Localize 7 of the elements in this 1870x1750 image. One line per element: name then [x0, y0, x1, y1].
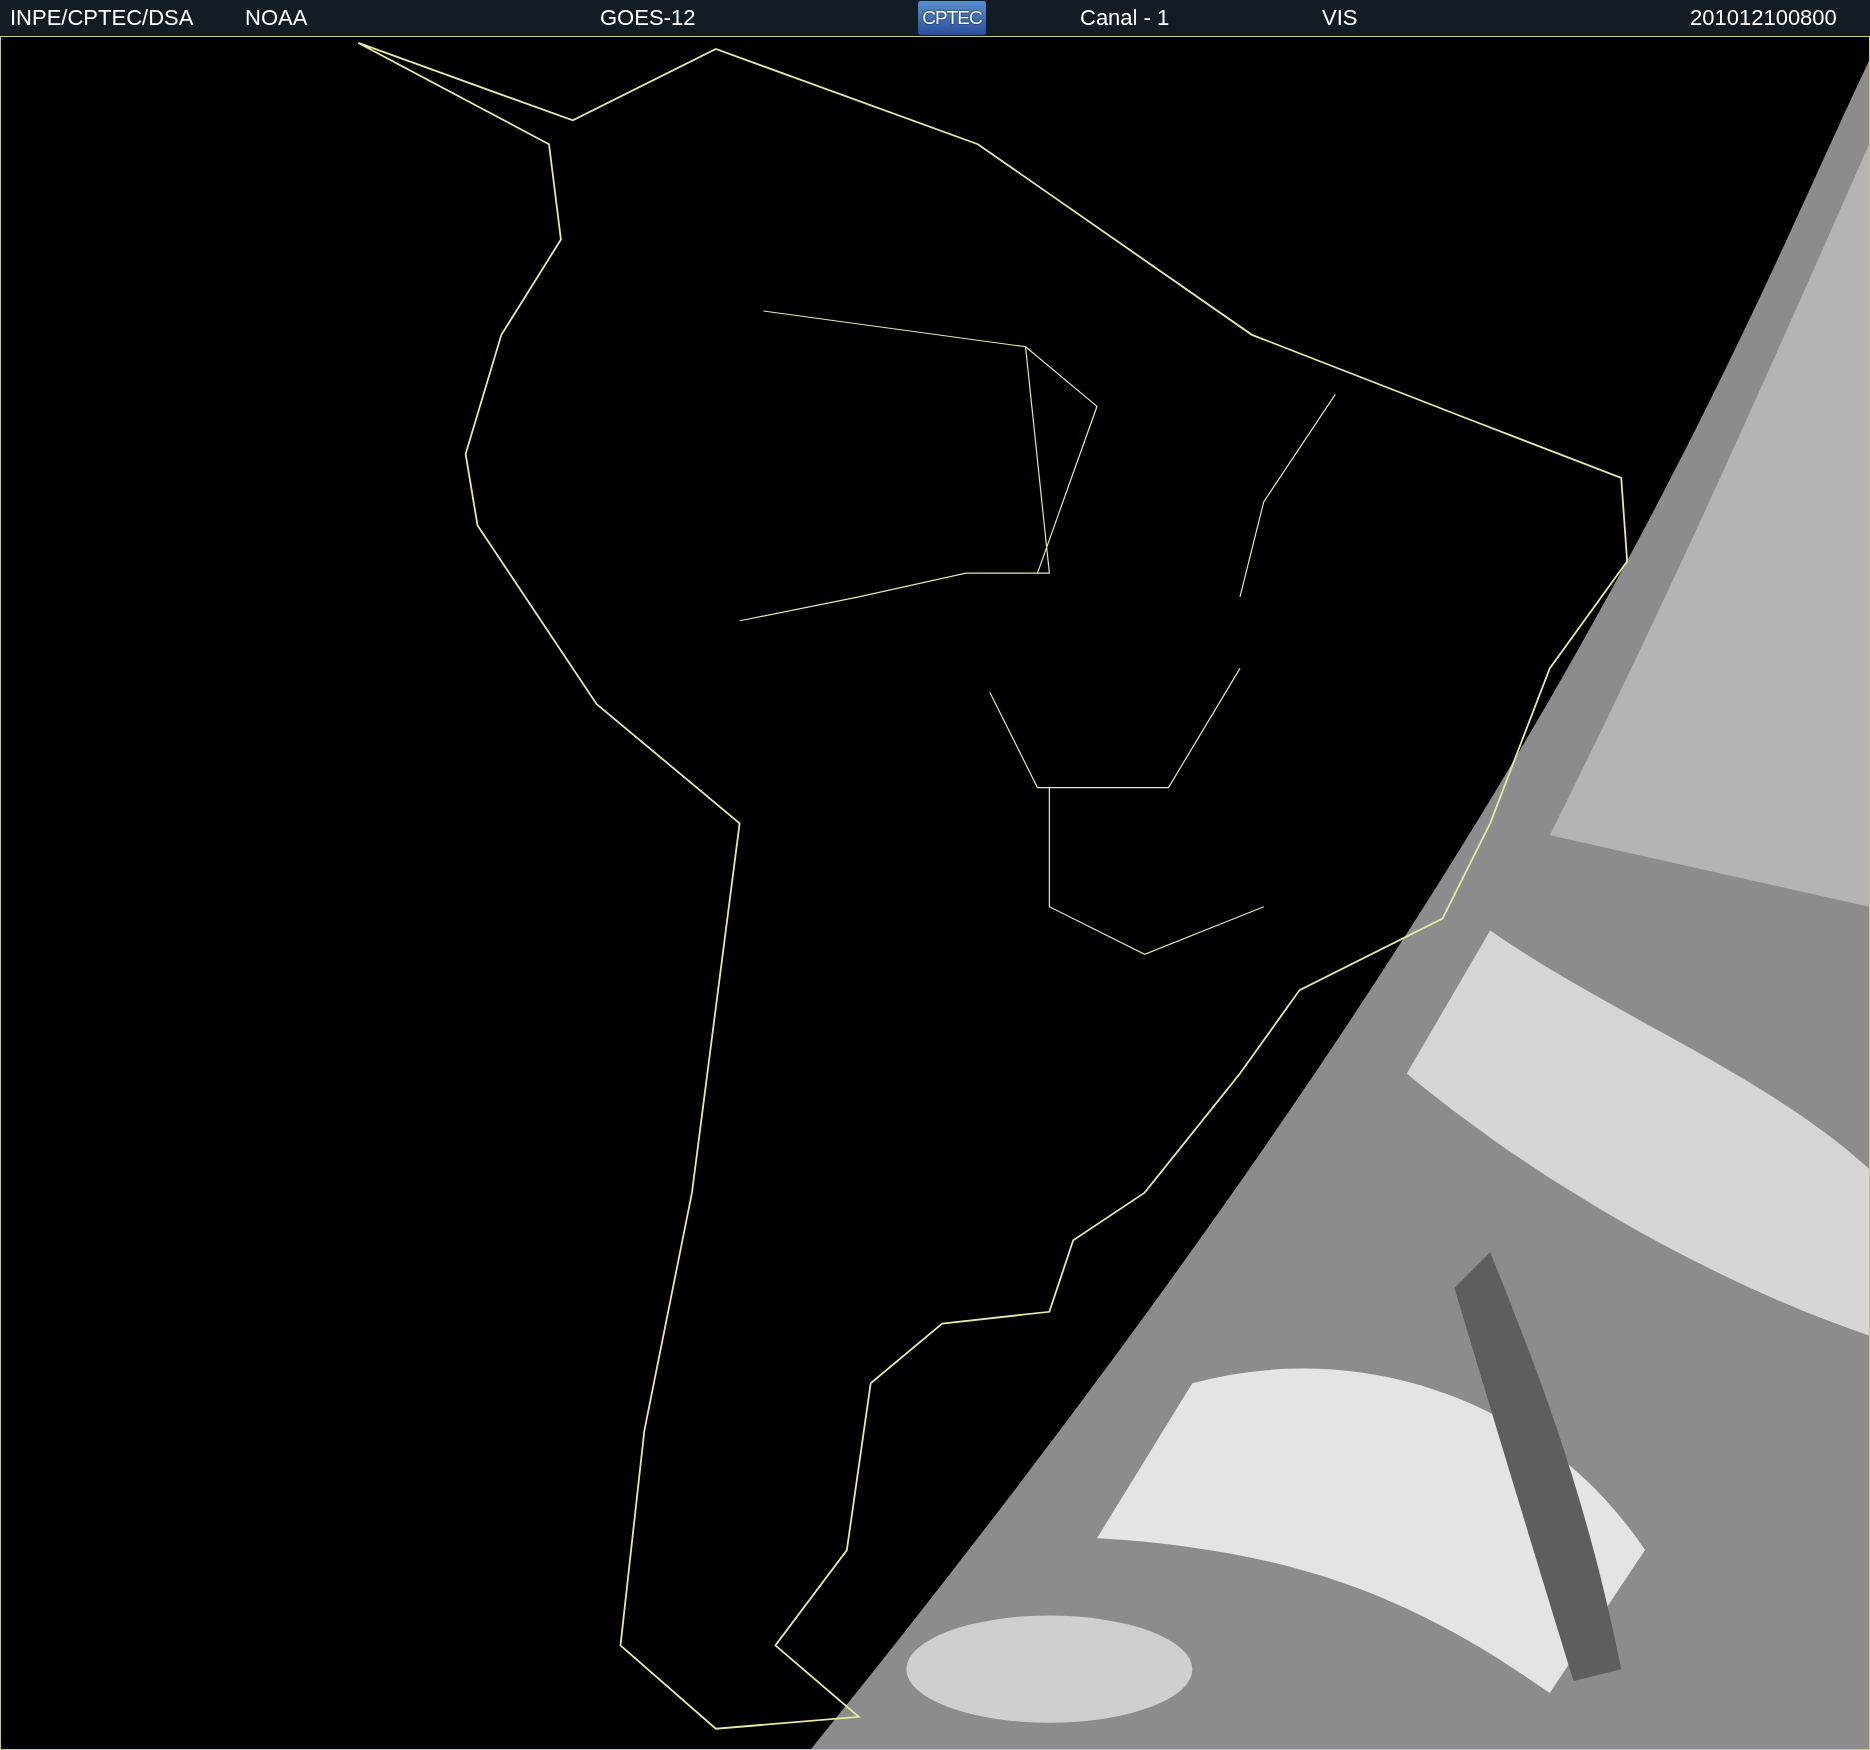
- header-label: NOAA: [245, 5, 308, 31]
- header-label: Canal - 1: [1080, 5, 1170, 31]
- header-label: GOES-12: [600, 5, 696, 31]
- header-label: 201012100800: [1690, 5, 1837, 31]
- header-label: INPE/CPTEC/DSA: [10, 5, 194, 31]
- logo: CPTEC: [918, 1, 986, 35]
- header-label: VIS: [1322, 5, 1358, 31]
